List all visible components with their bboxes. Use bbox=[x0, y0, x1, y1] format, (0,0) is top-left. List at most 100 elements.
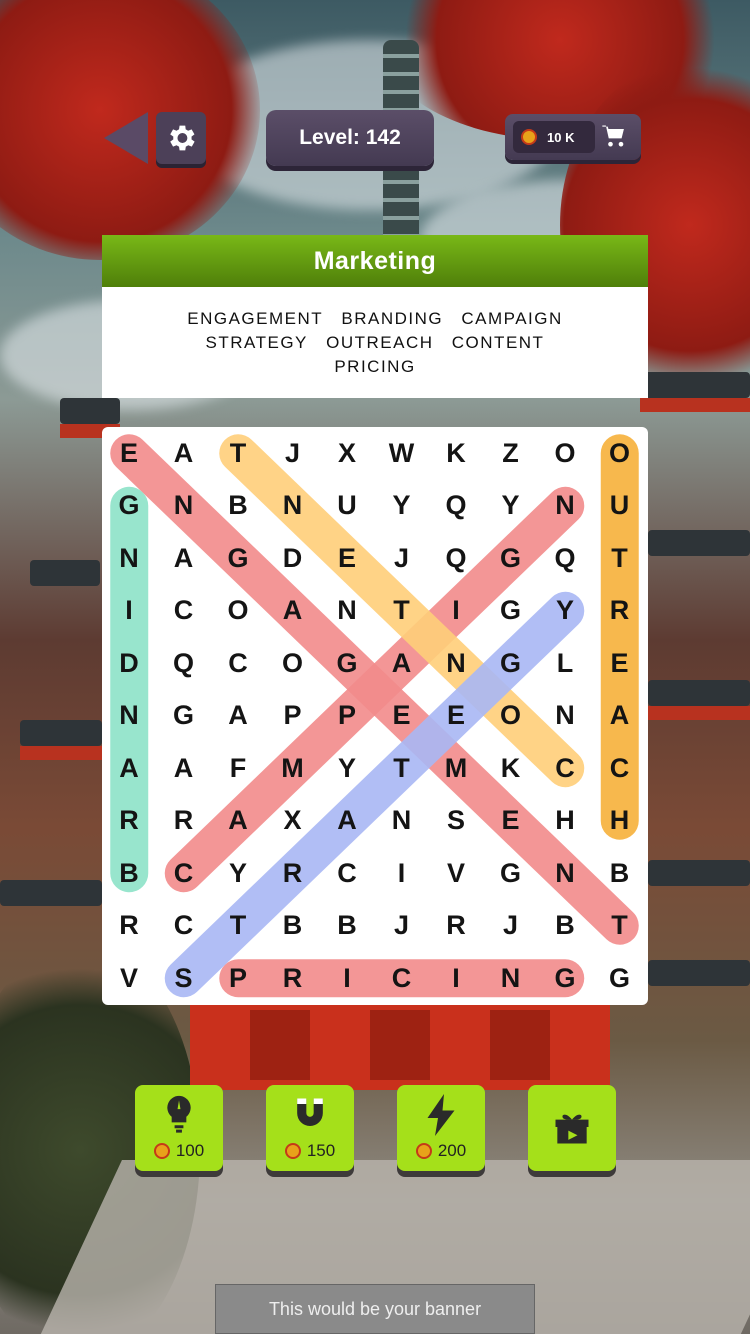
grid-cell[interactable]: Y bbox=[320, 742, 374, 794]
grid-cell[interactable]: G bbox=[484, 847, 538, 899]
grid-cell[interactable]: C bbox=[538, 742, 592, 794]
grid-cell[interactable]: D bbox=[102, 637, 156, 689]
grid-cell[interactable]: I bbox=[375, 847, 429, 899]
letter-grid[interactable]: EATJXWKZOOGNBNUYQYNUNAGDEJQGQTICOANTIGYR… bbox=[102, 427, 648, 1005]
grid-cell[interactable]: R bbox=[102, 900, 156, 952]
grid-cell[interactable]: R bbox=[429, 900, 483, 952]
grid-cell[interactable]: G bbox=[484, 637, 538, 689]
grid-cell[interactable]: O bbox=[593, 427, 647, 479]
grid-cell[interactable]: T bbox=[211, 900, 265, 952]
gift-video-button[interactable] bbox=[528, 1085, 616, 1171]
grid-cell[interactable]: M bbox=[266, 742, 320, 794]
grid-cell[interactable]: I bbox=[429, 585, 483, 637]
grid-cell[interactable]: T bbox=[593, 900, 647, 952]
grid-cell[interactable]: C bbox=[211, 637, 265, 689]
grid-cell[interactable]: A bbox=[211, 795, 265, 847]
grid-cell[interactable]: N bbox=[266, 480, 320, 532]
lightning-booster-button[interactable]: 200 bbox=[397, 1085, 485, 1171]
grid-cell[interactable]: C bbox=[157, 585, 211, 637]
grid-cell[interactable]: D bbox=[266, 532, 320, 584]
grid-cell[interactable]: A bbox=[593, 690, 647, 742]
grid-cell[interactable]: N bbox=[538, 847, 592, 899]
grid-cell[interactable]: N bbox=[484, 952, 538, 1004]
grid-cell[interactable]: G bbox=[484, 532, 538, 584]
grid-cell[interactable]: X bbox=[266, 795, 320, 847]
grid-cell[interactable]: Y bbox=[484, 480, 538, 532]
grid-cell[interactable]: N bbox=[375, 795, 429, 847]
grid-cell[interactable]: E bbox=[375, 690, 429, 742]
ad-banner[interactable]: This would be your banner bbox=[215, 1284, 535, 1334]
grid-cell[interactable]: G bbox=[157, 690, 211, 742]
grid-cell[interactable]: A bbox=[157, 427, 211, 479]
grid-cell[interactable]: A bbox=[157, 532, 211, 584]
grid-cell[interactable]: R bbox=[266, 847, 320, 899]
grid-cell[interactable]: M bbox=[429, 742, 483, 794]
grid-cell[interactable]: I bbox=[429, 952, 483, 1004]
grid-cell[interactable]: P bbox=[320, 690, 374, 742]
settings-button[interactable] bbox=[156, 112, 206, 164]
grid-cell[interactable]: T bbox=[375, 742, 429, 794]
grid-cell[interactable]: T bbox=[211, 427, 265, 479]
grid-cell[interactable]: K bbox=[429, 427, 483, 479]
grid-cell[interactable]: R bbox=[266, 952, 320, 1004]
grid-cell[interactable]: N bbox=[320, 585, 374, 637]
grid-cell[interactable]: G bbox=[538, 952, 592, 1004]
grid-cell[interactable]: B bbox=[593, 847, 647, 899]
grid-cell[interactable]: V bbox=[429, 847, 483, 899]
grid-cell[interactable]: C bbox=[157, 900, 211, 952]
grid-cell[interactable]: H bbox=[538, 795, 592, 847]
grid-cell[interactable]: R bbox=[102, 795, 156, 847]
grid-cell[interactable]: R bbox=[593, 585, 647, 637]
grid-cell[interactable]: V bbox=[102, 952, 156, 1004]
grid-cell[interactable]: A bbox=[375, 637, 429, 689]
grid-cell[interactable]: C bbox=[593, 742, 647, 794]
grid-cell[interactable]: E bbox=[320, 532, 374, 584]
grid-cell[interactable]: I bbox=[320, 952, 374, 1004]
grid-cell[interactable]: Y bbox=[538, 585, 592, 637]
grid-cell[interactable]: A bbox=[102, 742, 156, 794]
grid-cell[interactable]: E bbox=[593, 637, 647, 689]
grid-cell[interactable]: B bbox=[538, 900, 592, 952]
grid-cell[interactable]: B bbox=[211, 480, 265, 532]
grid-cell[interactable]: U bbox=[593, 480, 647, 532]
magnet-booster-button[interactable]: 150 bbox=[266, 1085, 354, 1171]
grid-cell[interactable]: R bbox=[157, 795, 211, 847]
grid-cell[interactable]: N bbox=[429, 637, 483, 689]
grid-cell[interactable]: U bbox=[320, 480, 374, 532]
grid-cell[interactable]: B bbox=[266, 900, 320, 952]
grid-cell[interactable]: E bbox=[102, 427, 156, 479]
grid-cell[interactable]: Q bbox=[157, 637, 211, 689]
back-button[interactable] bbox=[104, 112, 148, 164]
grid-cell[interactable]: J bbox=[375, 532, 429, 584]
grid-cell[interactable]: N bbox=[157, 480, 211, 532]
grid-cell[interactable]: H bbox=[593, 795, 647, 847]
grid-cell[interactable]: Q bbox=[429, 480, 483, 532]
grid-cell[interactable]: O bbox=[211, 585, 265, 637]
grid-cell[interactable]: S bbox=[429, 795, 483, 847]
hint-booster-button[interactable]: 100 bbox=[135, 1085, 223, 1171]
grid-cell[interactable]: P bbox=[266, 690, 320, 742]
grid-cell[interactable]: C bbox=[375, 952, 429, 1004]
grid-cell[interactable]: A bbox=[320, 795, 374, 847]
grid-cell[interactable]: I bbox=[102, 585, 156, 637]
grid-cell[interactable]: F bbox=[211, 742, 265, 794]
grid-cell[interactable]: A bbox=[211, 690, 265, 742]
grid-cell[interactable]: T bbox=[593, 532, 647, 584]
grid-cell[interactable]: K bbox=[484, 742, 538, 794]
grid-cell[interactable]: S bbox=[157, 952, 211, 1004]
grid-cell[interactable]: A bbox=[266, 585, 320, 637]
grid-cell[interactable]: L bbox=[538, 637, 592, 689]
grid-cell[interactable]: O bbox=[538, 427, 592, 479]
grid-cell[interactable]: Y bbox=[375, 480, 429, 532]
grid-cell[interactable]: N bbox=[102, 690, 156, 742]
grid-cell[interactable]: N bbox=[538, 480, 592, 532]
grid-cell[interactable]: B bbox=[102, 847, 156, 899]
coin-shop-button[interactable]: 10 K bbox=[505, 114, 641, 160]
grid-cell[interactable]: T bbox=[375, 585, 429, 637]
grid-cell[interactable]: Y bbox=[211, 847, 265, 899]
grid-cell[interactable]: G bbox=[102, 480, 156, 532]
grid-cell[interactable]: Q bbox=[429, 532, 483, 584]
grid-cell[interactable]: J bbox=[266, 427, 320, 479]
grid-cell[interactable]: Z bbox=[484, 427, 538, 479]
grid-cell[interactable]: P bbox=[211, 952, 265, 1004]
